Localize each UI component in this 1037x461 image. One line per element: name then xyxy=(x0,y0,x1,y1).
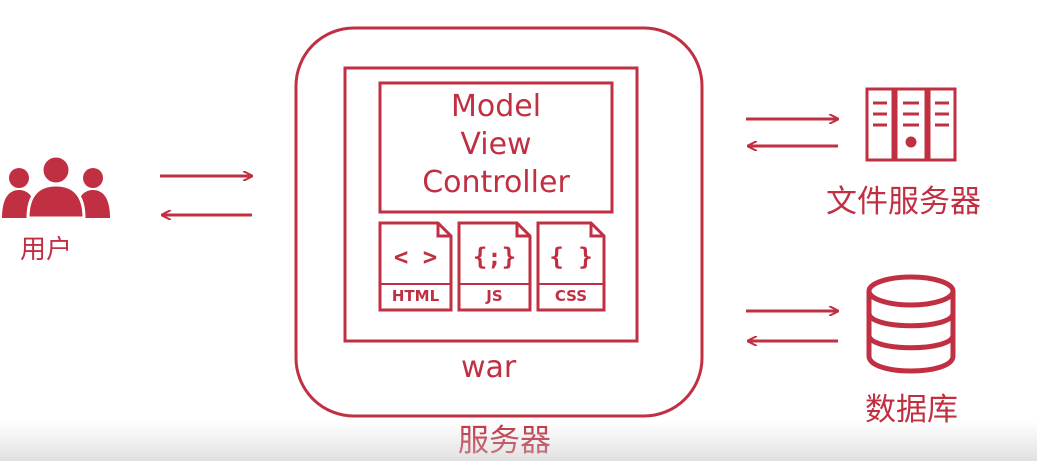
war-label: war xyxy=(461,350,517,385)
mvc-model: Model xyxy=(450,89,542,124)
users-icon xyxy=(2,154,110,220)
css-symbol: { } xyxy=(549,243,593,271)
file-server-icon xyxy=(865,87,957,162)
user-label: 用户 xyxy=(20,235,73,265)
mvc-controller: Controller xyxy=(422,165,570,200)
css-label: CSS xyxy=(554,287,588,305)
js-symbol: {;} xyxy=(472,243,517,271)
database-label: 数据库 xyxy=(865,392,958,428)
architecture-diagram: Model View Controller < > HTML {;} JS { … xyxy=(0,0,1037,461)
html-symbol: < > xyxy=(393,243,438,271)
mvc-text: Model View Controller xyxy=(380,88,612,202)
js-label: JS xyxy=(486,287,503,305)
database-icon xyxy=(866,274,956,374)
mvc-view: View xyxy=(460,127,532,162)
file-server-label: 文件服务器 xyxy=(826,184,981,220)
server-label: 服务器 xyxy=(458,423,551,459)
html-label: HTML xyxy=(391,287,440,305)
